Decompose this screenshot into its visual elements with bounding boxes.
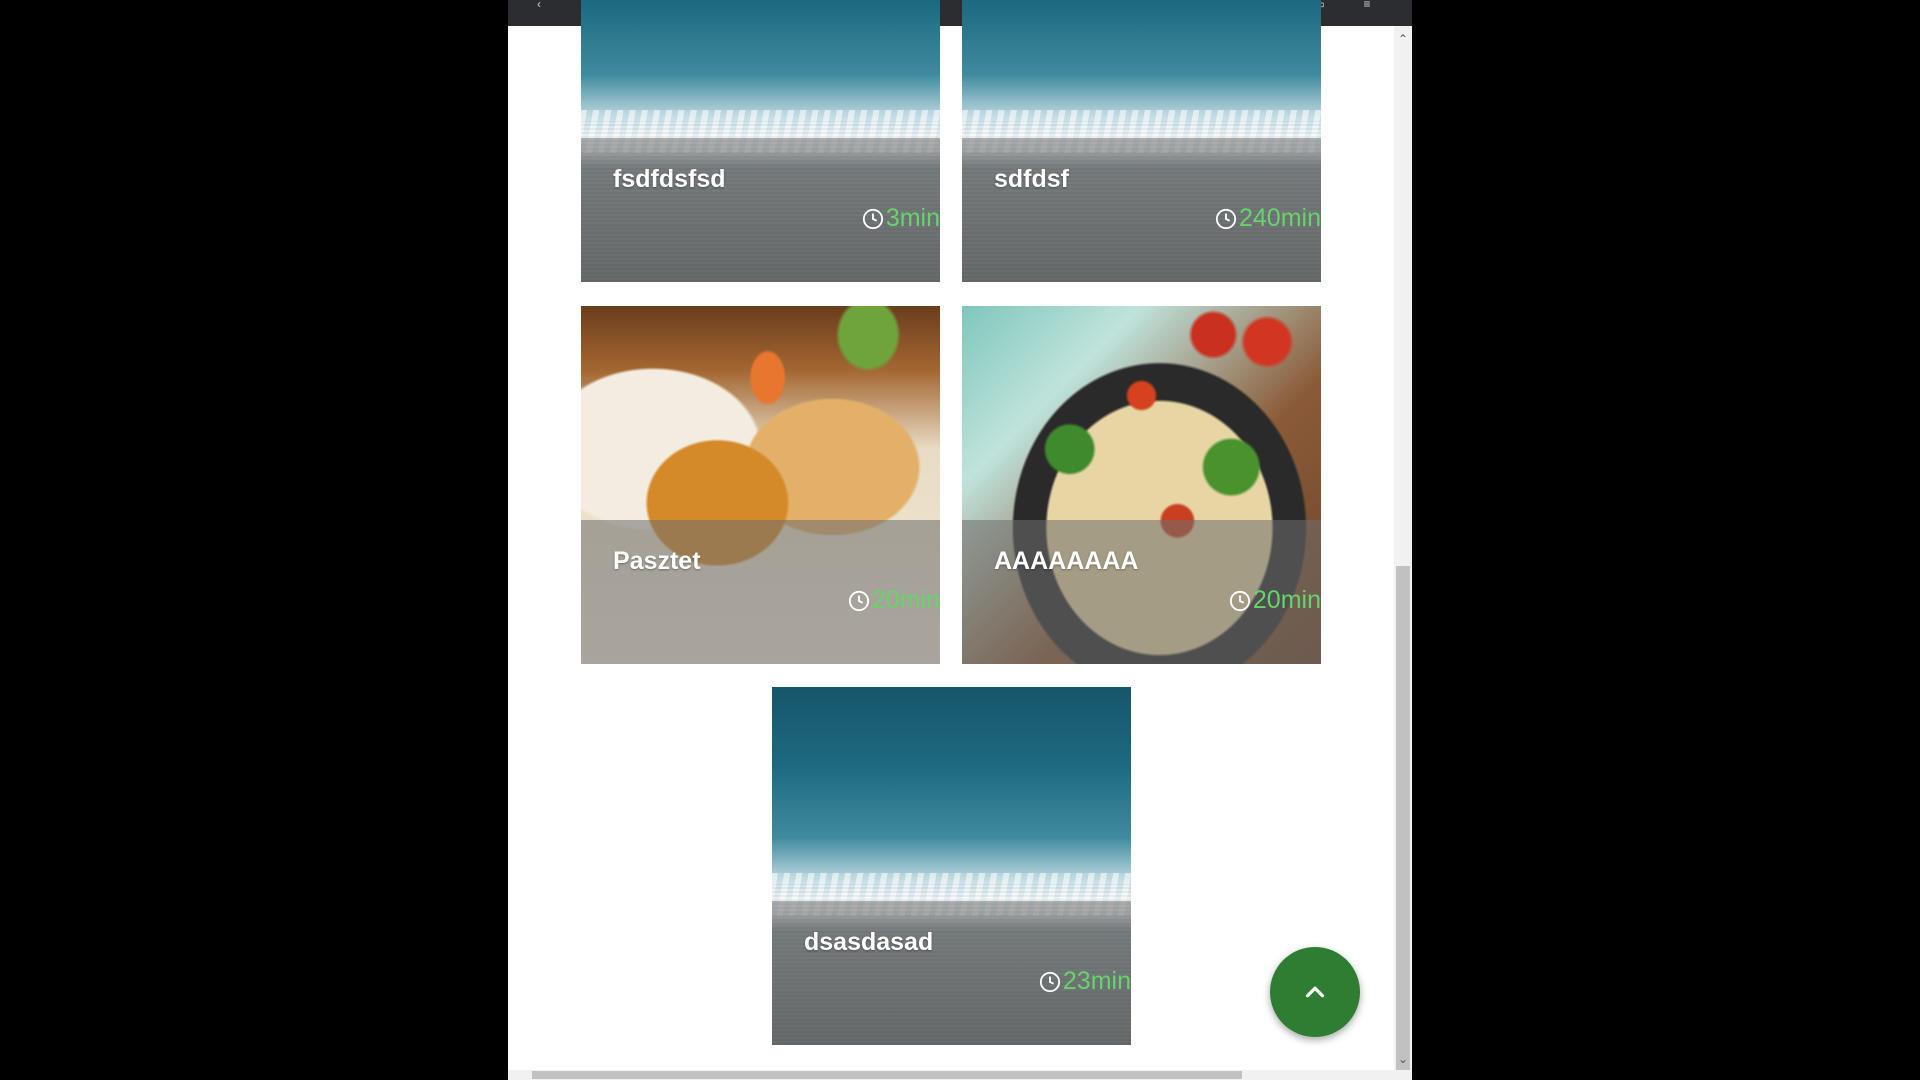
recipe-card[interactable]: sdfdsf 240min — [962, 0, 1321, 282]
clock-icon — [1039, 971, 1060, 992]
scroll-to-top-button[interactable] — [1270, 947, 1360, 1037]
clock-icon — [848, 590, 869, 611]
chevron-up-icon — [1305, 986, 1325, 998]
recipe-time-label: 3min — [885, 204, 940, 232]
recipe-title: fsdfdsfsd — [613, 165, 726, 193]
recipe-grid: fsdfdsfsd 3min sdfdsf 240min Pasztet 20m… — [508, 0, 1394, 1070]
clock-icon — [862, 208, 883, 229]
recipe-card[interactable]: dsasdasad 23min — [772, 687, 1131, 1045]
recipe-title: dsasdasad — [804, 928, 934, 956]
clock-icon — [1229, 590, 1250, 611]
vertical-scroll-thumb[interactable] — [1396, 566, 1410, 1070]
vertical-scrollbar[interactable]: ⌃ ⌄ — [1394, 26, 1412, 1070]
horizontal-scroll-thumb[interactable] — [532, 1071, 1242, 1079]
recipe-time-label: 20min — [1252, 586, 1321, 614]
browser-window: ‹ › ○ ▭ ◁ ◎ localhost:3 ▭ ◆ ➤ ◇ ✚ ○ ⬡ ▭ … — [508, 0, 1412, 1080]
horizontal-scrollbar[interactable] — [508, 1070, 1412, 1080]
recipe-time-label: 240min — [1239, 204, 1321, 232]
clock-icon — [1215, 208, 1237, 229]
recipe-title: AAAAAAAA — [994, 547, 1139, 575]
recipe-time-label: 20min — [871, 586, 940, 614]
recipe-time: 3min — [862, 204, 940, 233]
recipe-time-label: 23min — [1062, 967, 1131, 995]
back-icon[interactable]: ‹ — [528, 0, 550, 8]
recipe-time: 20min — [1229, 586, 1321, 615]
recipe-card[interactable]: fsdfdsfsd 3min — [581, 0, 940, 282]
recipe-card[interactable]: Pasztet 20min — [581, 306, 940, 664]
scroll-down-arrow-icon[interactable]: ⌄ — [1398, 1052, 1408, 1066]
recipe-time: 240min — [1215, 204, 1321, 233]
scroll-up-arrow-icon[interactable]: ⌃ — [1398, 32, 1408, 46]
menu-icon[interactable]: ≡ — [1356, 0, 1378, 8]
recipe-card[interactable]: AAAAAAAA 20min — [962, 306, 1321, 664]
recipe-title: Pasztet — [613, 547, 701, 575]
recipe-time: 20min — [848, 586, 940, 615]
recipe-time: 23min — [1039, 967, 1131, 996]
recipe-title: sdfdsf — [994, 165, 1069, 193]
